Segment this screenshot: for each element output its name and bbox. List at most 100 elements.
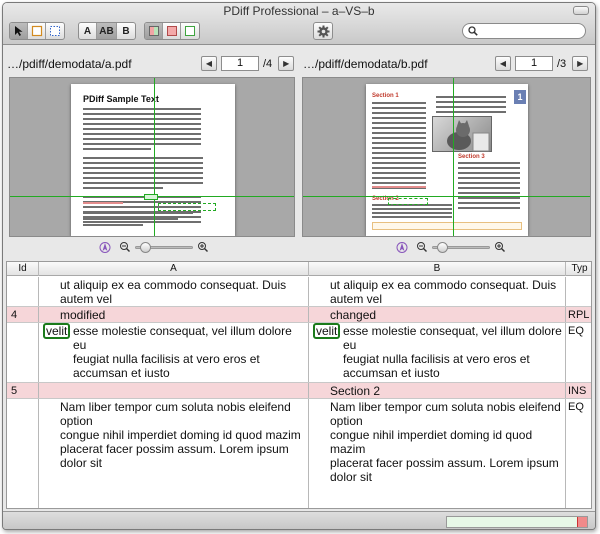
row-cell-a: velit esse molestie consequat, vel illum…: [39, 323, 309, 382]
red-highlight-icon: [166, 26, 177, 36]
diff-overview-bar[interactable]: [446, 516, 588, 528]
text-line: [83, 108, 201, 110]
text-line: [83, 187, 163, 189]
text-line: [83, 218, 178, 220]
right-path-bar: …/pdiff/demodata/b.pdf ◀ 1 /3 ▶: [299, 53, 595, 75]
text-line: [372, 186, 426, 188]
window-zoom-button[interactable]: [573, 6, 589, 15]
select-rect-button[interactable]: [28, 23, 46, 39]
text-line: [83, 157, 203, 159]
left-change-box: [158, 203, 216, 211]
pointer-tool-button[interactable]: [10, 23, 28, 39]
triangle-left-icon: ◀: [205, 59, 213, 68]
text-line: [83, 182, 203, 184]
left-next-page-button[interactable]: ▶: [278, 56, 295, 71]
row-text-a: esse molestie consequat, vel illum dolor…: [41, 324, 306, 382]
text-line: [372, 107, 426, 109]
highlight-mode-group: [144, 22, 200, 40]
equal-portion: [447, 517, 578, 527]
highlight-both-button[interactable]: [145, 23, 163, 39]
row-text-a: [39, 383, 309, 398]
row-text-a: modified: [39, 307, 309, 322]
column-header-a[interactable]: A: [39, 262, 309, 276]
highlight-green-button[interactable]: [181, 23, 199, 39]
text-line: [458, 197, 520, 199]
right-page-preview: Section 1 Section 2 Section 3 1: [366, 84, 528, 236]
right-file-path: …/pdiff/demodata/b.pdf: [303, 57, 428, 71]
left-page-input[interactable]: 1: [221, 56, 259, 71]
left-pager: ◀ 1 /4 ▶: [201, 55, 295, 72]
text-line: [458, 182, 520, 184]
settings-button[interactable]: [313, 22, 333, 40]
right-sync-vertical-guide: [453, 78, 454, 236]
column-header-b[interactable]: B: [309, 262, 566, 276]
text-line: [83, 162, 203, 164]
zoom-in-icon[interactable]: [197, 241, 209, 253]
column-header-id[interactable]: Id: [7, 262, 39, 276]
row-id: [7, 323, 39, 382]
zoom-out-icon[interactable]: [119, 241, 131, 253]
text-line: [83, 128, 201, 130]
row-type: [566, 277, 591, 306]
triangle-right-icon: ▶: [577, 59, 584, 68]
view-b-button[interactable]: B: [117, 23, 135, 39]
row-text-b-body: esse molestie consequat, vel illum dolor…: [343, 324, 562, 382]
text-line: [83, 212, 193, 214]
right-zoom-slider[interactable]: [432, 241, 490, 253]
right-page-input[interactable]: 1: [515, 56, 553, 71]
row-id: 4: [7, 307, 39, 322]
table-row[interactable]: ut aliquip ex ea commodo consequat. Duis…: [7, 277, 591, 307]
sync-marker-icon[interactable]: [99, 241, 111, 254]
right-document-pane[interactable]: Section 1 Section 2 Section 3 1: [302, 77, 591, 237]
left-zoom-slider[interactable]: [135, 241, 193, 253]
zoom-in-icon[interactable]: [494, 241, 506, 253]
left-document-pane[interactable]: PDiff Sample Text: [9, 77, 295, 237]
velit-highlight-b[interactable]: velit: [313, 323, 341, 339]
text-line: [458, 192, 520, 194]
right-footer-box: [372, 222, 522, 230]
view-ab-button[interactable]: AB: [97, 23, 117, 39]
text-line: [83, 113, 201, 115]
left-prev-page-button[interactable]: ◀: [201, 56, 217, 71]
text-line: [83, 177, 203, 179]
row-id: [7, 277, 39, 306]
text-line: [372, 112, 426, 114]
selection-mode-group: [9, 22, 65, 40]
column-header-typ[interactable]: Typ: [566, 262, 591, 276]
text-line: [458, 162, 520, 164]
select-dashed-button[interactable]: [46, 23, 64, 39]
text-line: [83, 118, 201, 120]
sync-marker-icon[interactable]: [396, 241, 408, 254]
row-text-b: Section 2: [309, 383, 566, 398]
right-zoom-slider-knob[interactable]: [437, 241, 448, 253]
text-line: [372, 127, 426, 129]
row-type: RPL: [568, 309, 590, 321]
search-field[interactable]: [462, 23, 586, 39]
text-line: [372, 137, 426, 139]
table-row[interactable]: velit esse molestie consequat, vel illum…: [7, 323, 591, 383]
text-line: [436, 96, 506, 98]
text-line: [83, 224, 143, 226]
left-zoom-slider-knob[interactable]: [140, 241, 151, 253]
right-next-page-button[interactable]: ▶: [572, 56, 589, 71]
left-sync-vertical-guide: [154, 78, 155, 236]
text-line: [436, 111, 506, 113]
search-input[interactable]: [481, 25, 581, 38]
text-line: [372, 216, 452, 218]
row-text-b: ut aliquip ex ea commodo consequat. Duis…: [309, 277, 566, 306]
zoom-out-icon[interactable]: [416, 241, 428, 253]
text-line: [372, 177, 426, 179]
table-row[interactable]: 5 Section 2 INS: [7, 383, 591, 399]
text-line: [436, 106, 506, 108]
velit-highlight-a[interactable]: velit: [43, 323, 71, 339]
text-line: [372, 162, 426, 164]
highlight-red-button[interactable]: [163, 23, 181, 39]
table-row[interactable]: Nam liber tempor cum soluta nobis eleife…: [7, 399, 591, 508]
row-id: 5: [7, 383, 39, 398]
table-row[interactable]: 4 modified changed RPL: [7, 307, 591, 323]
right-prev-page-button[interactable]: ◀: [495, 56, 511, 71]
table-header: Id A B Typ: [7, 262, 591, 276]
row-id: [7, 399, 39, 508]
row-type: INS: [568, 385, 587, 397]
view-a-button[interactable]: A: [79, 23, 97, 39]
